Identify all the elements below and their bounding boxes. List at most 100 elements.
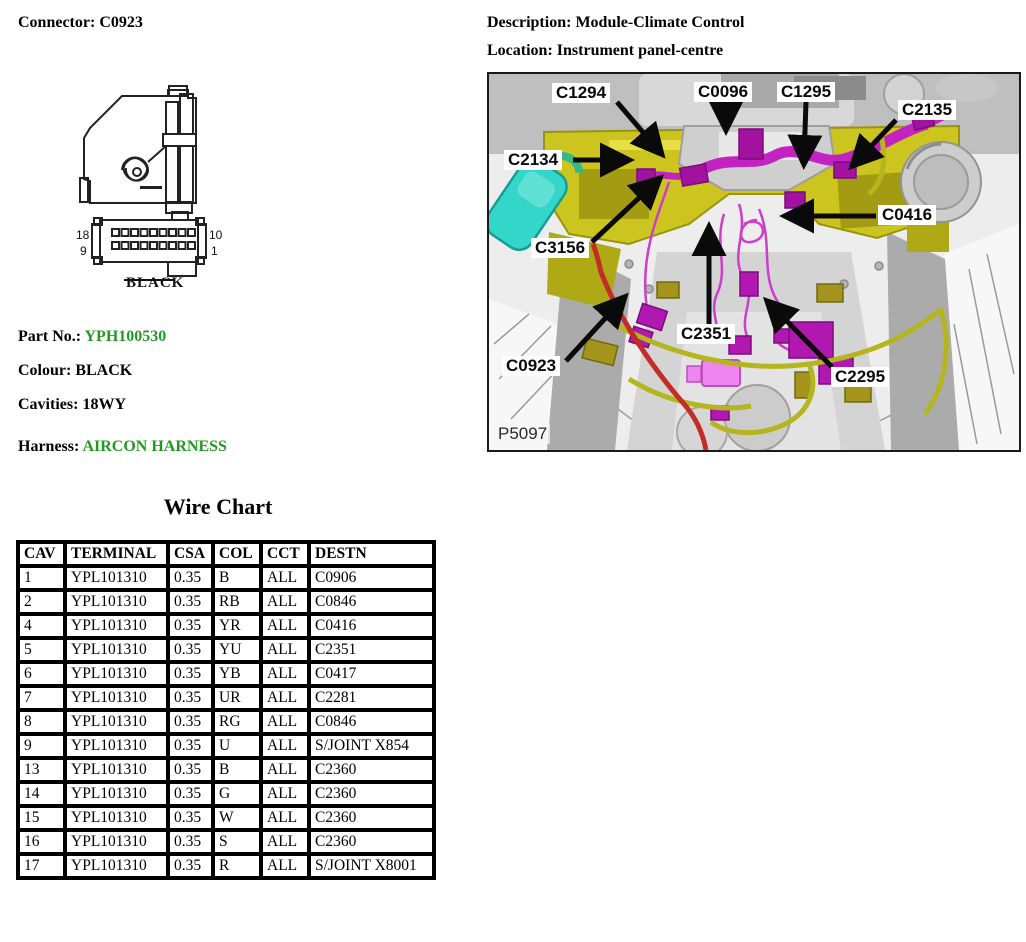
table-cell: B: [213, 566, 261, 590]
cavities-value: 18WY: [82, 396, 126, 413]
table-cell: YPL101310: [65, 734, 168, 758]
connector-heading: Connector: C0923: [18, 14, 143, 32]
wire-chart-table: CAVTERMINALCSACOLCCTDESTN 1YPL1013100.35…: [16, 540, 436, 880]
column-header-terminal: TERMINAL: [65, 542, 168, 566]
spec-cavities: Cavities: 18WY: [18, 396, 126, 414]
table-cell: G: [213, 782, 261, 806]
harness-value: AIRCON HARNESS: [82, 438, 226, 455]
table-row: 6YPL1013100.35YBALLC0417: [18, 662, 434, 686]
callout-C1295: C1295: [777, 82, 835, 102]
table-cell: S/JOINT X854: [309, 734, 434, 758]
table-cell: YPL101310: [65, 566, 168, 590]
face-bracket-left: [92, 224, 100, 258]
wire-chart-title: Wire Chart: [16, 494, 420, 520]
spec-colour: Colour: BLACK: [18, 362, 132, 380]
table-cell: YPL101310: [65, 830, 168, 854]
description-value: Module-Climate Control: [575, 14, 744, 31]
location-photo: C1294C0096C1295C2135C2134C0416C3156C2351…: [487, 72, 1021, 452]
table-cell: UR: [213, 686, 261, 710]
table-cell: 15: [18, 806, 65, 830]
table-row: 14YPL1013100.35GALLC2360: [18, 782, 434, 806]
table-cell: 0.35: [168, 614, 213, 638]
lock-tab-2: [180, 94, 193, 202]
table-cell: C0846: [309, 710, 434, 734]
callout-C0923: C0923: [502, 356, 560, 376]
table-cell: YPL101310: [65, 782, 168, 806]
table-cell: ALL: [261, 854, 309, 878]
table-cell: ALL: [261, 662, 309, 686]
connector-label: Connector:: [18, 14, 95, 31]
table-cell: ALL: [261, 782, 309, 806]
table-cell: 7: [18, 686, 65, 710]
table-cell: YR: [213, 614, 261, 638]
table-cell: RG: [213, 710, 261, 734]
table-cell: C0846: [309, 590, 434, 614]
location-heading: Location: Instrument panel-centre: [487, 42, 723, 60]
table-cell: 9: [18, 734, 65, 758]
table-cell: 0.35: [168, 854, 213, 878]
table-cell: ALL: [261, 590, 309, 614]
pin-label-1: 1: [211, 244, 218, 258]
seal-bar: [140, 186, 162, 189]
table-cell: 6: [18, 662, 65, 686]
table-cell: C2360: [309, 806, 434, 830]
table-cell: ALL: [261, 566, 309, 590]
table-row: 16YPL1013100.35SALLC2360: [18, 830, 434, 854]
housing-foot: [80, 178, 88, 202]
description-label: Description:: [487, 14, 571, 31]
table-cell: 0.35: [168, 662, 213, 686]
table-cell: 0.35: [168, 638, 213, 662]
connector-color-label: BLACK: [126, 275, 184, 291]
table-cell: 5: [18, 638, 65, 662]
callout-C0096: C0096: [694, 82, 752, 102]
table-cell: U: [213, 734, 261, 758]
table-cell: 0.35: [168, 806, 213, 830]
spec-part-no: Part No.: YPH100530: [18, 328, 166, 346]
face-bracket-right: [198, 224, 206, 258]
table-cell: W: [213, 806, 261, 830]
table-cell: YPL101310: [65, 854, 168, 878]
column-header-csa: CSA: [168, 542, 213, 566]
connector-line-art: 18 10 9 1 BLACK: [70, 78, 280, 293]
table-cell: 0.35: [168, 758, 213, 782]
table-row: 5YPL1013100.35YUALLC2351: [18, 638, 434, 662]
table-cell: 4: [18, 614, 65, 638]
table-cell: 16: [18, 830, 65, 854]
table-cell: 0.35: [168, 710, 213, 734]
table-row: 8YPL1013100.35RGALLC0846: [18, 710, 434, 734]
table-cell: C2360: [309, 830, 434, 854]
table-cell: 8: [18, 710, 65, 734]
table-cell: 0.35: [168, 782, 213, 806]
table-cell: 0.35: [168, 686, 213, 710]
table-cell: YU: [213, 638, 261, 662]
table-cell: RB: [213, 590, 261, 614]
table-cell: C0417: [309, 662, 434, 686]
table-cell: 0.35: [168, 830, 213, 854]
table-row: 17YPL1013100.35RALLS/JOINT X8001: [18, 854, 434, 878]
table-cell: YPL101310: [65, 638, 168, 662]
table-cell: 0.35: [168, 734, 213, 758]
column-header-cct: CCT: [261, 542, 309, 566]
table-cell: C2281: [309, 686, 434, 710]
table-cell: ALL: [261, 758, 309, 782]
wire-chart-header-row: CAVTERMINALCSACOLCCTDESTN: [18, 542, 434, 566]
callout-C2351: C2351: [677, 324, 735, 344]
face-bottom-tab: [168, 262, 196, 276]
colour-value: BLACK: [75, 362, 132, 379]
table-cell: ALL: [261, 710, 309, 734]
pin-label-18: 18: [76, 228, 90, 242]
table-cell: YPL101310: [65, 614, 168, 638]
table-cell: C0906: [309, 566, 434, 590]
table-cell: ALL: [261, 614, 309, 638]
table-row: 13YPL1013100.35BALLC2360: [18, 758, 434, 782]
table-cell: YPL101310: [65, 758, 168, 782]
callout-C2134: C2134: [504, 150, 562, 170]
table-cell: S: [213, 830, 261, 854]
table-cell: S/JOINT X8001: [309, 854, 434, 878]
table-cell: C0416: [309, 614, 434, 638]
table-cell: ALL: [261, 686, 309, 710]
table-cell: 14: [18, 782, 65, 806]
location-label: Location:: [487, 42, 553, 59]
description-heading: Description: Module-Climate Control: [487, 14, 744, 32]
column-header-cav: CAV: [18, 542, 65, 566]
